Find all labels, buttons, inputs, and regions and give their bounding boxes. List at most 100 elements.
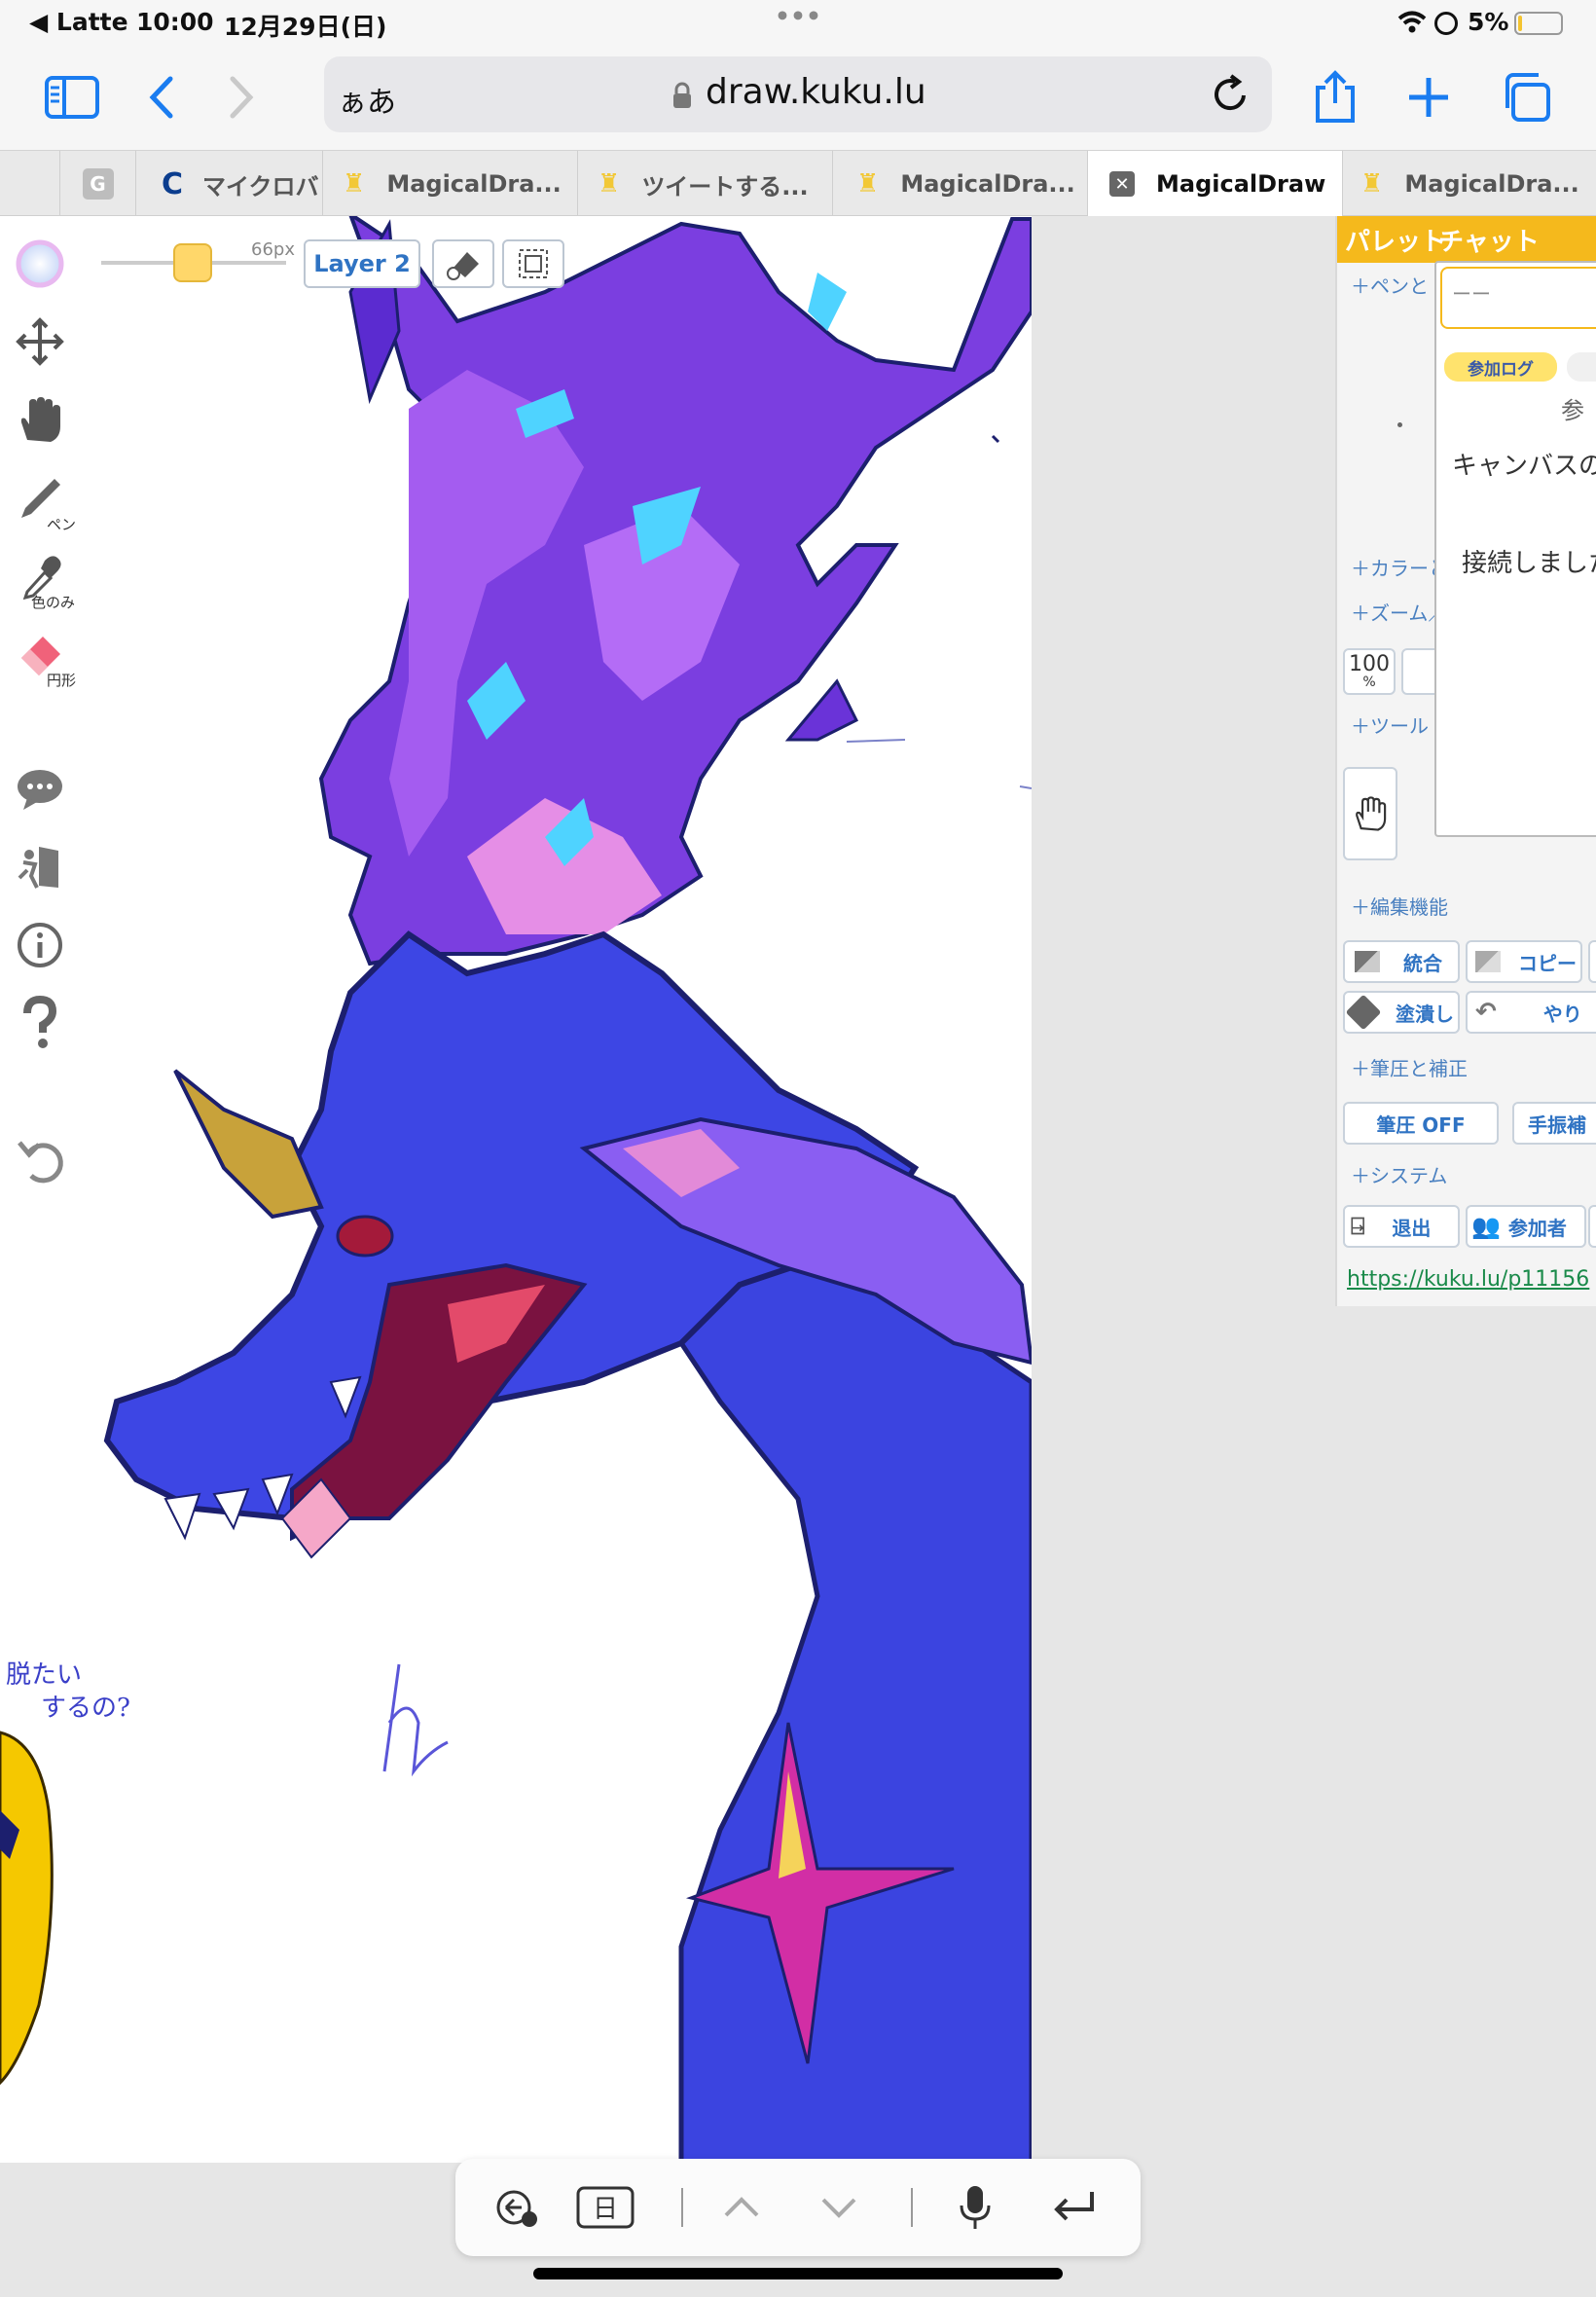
- magicaldraw-favicon-icon: ♜: [856, 169, 880, 199]
- keyboard-toolbar: 日: [455, 2159, 1141, 2256]
- transform-button[interactable]: [502, 239, 564, 288]
- move-icon[interactable]: [10, 311, 70, 372]
- pressure-off-button[interactable]: 筆圧 OFF: [1343, 1102, 1499, 1145]
- c-favicon-icon: C: [162, 166, 184, 201]
- zoom-unit: %: [1362, 675, 1376, 690]
- reader-aa-button[interactable]: ぁあ: [338, 78, 396, 121]
- multitask-dots[interactable]: •••: [775, 2, 821, 30]
- copy-button[interactable]: コピー: [1466, 940, 1582, 983]
- zoom-section-header[interactable]: ＋ズーム／: [1351, 598, 1447, 626]
- tab-google[interactable]: G: [60, 151, 136, 217]
- chat-log-tab[interactable]: 参加ログ: [1444, 352, 1557, 382]
- close-tab-icon[interactable]: ✕: [1109, 171, 1135, 197]
- home-indicator[interactable]: [533, 2268, 1063, 2279]
- new-tab-icon[interactable]: [1397, 66, 1460, 128]
- pen-label: ペン: [47, 516, 77, 533]
- tab-6-label: MagicalDra...: [1404, 170, 1579, 198]
- svg-text:日: 日: [593, 2195, 618, 2224]
- pen-section-header[interactable]: ＋ペンと: [1351, 271, 1429, 299]
- brush-size-label: 66px: [251, 239, 295, 260]
- reload-icon[interactable]: [1212, 74, 1251, 119]
- fill-label: 塗潰し: [1396, 1002, 1454, 1026]
- tab-3[interactable]: ♜ ツイートする...: [578, 151, 833, 217]
- undo-icon[interactable]: [10, 1129, 70, 1189]
- microphone-icon[interactable]: [946, 2180, 1004, 2235]
- divider: [681, 2188, 683, 2227]
- color-section-header[interactable]: ＋カラーと: [1351, 553, 1448, 581]
- palette-header[interactable]: パレット チャット: [1337, 216, 1596, 263]
- fill-button[interactable]: 塗潰し: [1343, 991, 1460, 1034]
- tab-active-label: MagicalDraw: [1156, 170, 1326, 198]
- chat-input-text: ーー: [1452, 282, 1491, 306]
- tab-4-label: MagicalDra...: [900, 170, 1075, 198]
- tab-2[interactable]: ♜ MagicalDra...: [323, 151, 578, 217]
- chat-tab[interactable]: チャット: [1438, 222, 1540, 258]
- app-root: ◀ Latte 10:00 12月29日(日) ••• 5% ぁあ draw.k…: [0, 0, 1596, 2297]
- forward-icon[interactable]: [210, 66, 272, 128]
- redo-button[interactable]: ↶ やり: [1466, 991, 1596, 1034]
- tab-1-label: マイクロバ: [202, 172, 319, 201]
- palette-tab[interactable]: パレット: [1345, 228, 1446, 257]
- hand-icon[interactable]: [10, 389, 70, 450]
- pressure-off-label: 筆圧 OFF: [1376, 1112, 1466, 1137]
- participants-button[interactable]: 👥 参加者: [1466, 1205, 1586, 1248]
- tab-edge[interactable]: [0, 151, 60, 217]
- back-to-app[interactable]: ◀ Latte: [29, 8, 128, 36]
- chat-line-2: キャンバスの: [1452, 452, 1596, 481]
- zoom-level-button[interactable]: 100 %: [1343, 648, 1396, 695]
- battery-icon: [1514, 12, 1563, 35]
- edit-section-header[interactable]: ＋編集機能: [1351, 892, 1448, 920]
- chat-tab-2[interactable]: [1567, 352, 1596, 382]
- dragon-artwork: [0, 216, 1032, 2163]
- stabilizer-button[interactable]: 手振補: [1512, 1102, 1596, 1145]
- status-bar: ◀ Latte 10:00 12月29日(日) ••• 5%: [0, 0, 1596, 47]
- settings-button[interactable]: [1588, 1205, 1596, 1248]
- redo-label: やり: [1542, 1002, 1582, 1026]
- drawing-canvas[interactable]: 脱たい するの?: [0, 216, 1032, 2163]
- back-icon[interactable]: [130, 66, 193, 128]
- chevron-up-icon[interactable]: [712, 2180, 771, 2235]
- browser-toolbar: ぁあ draw.kuku.lu: [0, 47, 1596, 150]
- tab-bar: G C マイクロバ ♜ MagicalDra... ♜ ツイートする... ♜ …: [0, 150, 1596, 217]
- tab-active[interactable]: ✕ MagicalDraw: [1088, 151, 1343, 217]
- participants-icon: 👥: [1471, 1213, 1501, 1240]
- info-icon[interactable]: [10, 915, 70, 975]
- tool-section-header[interactable]: ＋ツール: [1351, 711, 1429, 739]
- chat-icon[interactable]: [10, 759, 70, 820]
- brush-size-slider[interactable]: [101, 243, 286, 282]
- calendar-icon[interactable]: 日: [576, 2180, 635, 2235]
- system-section-header[interactable]: ＋システム: [1351, 1160, 1447, 1188]
- eyedropper-label: 色のみ: [31, 594, 76, 611]
- hand-tool-button[interactable]: [1343, 767, 1397, 860]
- handwritten-text-2: するの?: [41, 1694, 130, 1723]
- url-text[interactable]: draw.kuku.lu: [706, 72, 926, 112]
- small-dot: [1397, 422, 1402, 427]
- chat-input[interactable]: ーー: [1440, 267, 1596, 329]
- pressure-section-header[interactable]: ＋筆圧と補正: [1351, 1053, 1468, 1081]
- exit-button[interactable]: ⍈ 退出: [1343, 1205, 1460, 1248]
- chevron-down-icon[interactable]: [810, 2180, 868, 2235]
- more-edit-button[interactable]: [1588, 940, 1596, 983]
- merge-label: 統合: [1403, 951, 1442, 975]
- layer-label: Layer 2: [313, 250, 411, 277]
- tabs-overview-icon[interactable]: [1495, 66, 1557, 128]
- sidebar-toggle-icon[interactable]: [41, 66, 103, 128]
- help-icon[interactable]: [10, 993, 70, 1053]
- exit-door-icon[interactable]: [10, 837, 70, 897]
- room-link[interactable]: https://kuku.lu/p11156: [1347, 1267, 1589, 1292]
- tab-1[interactable]: C マイクロバ: [136, 151, 323, 217]
- magicaldraw-favicon-icon: ♜: [343, 169, 366, 199]
- hand-icon: [1356, 796, 1387, 831]
- undo-typing-icon[interactable]: [489, 2180, 547, 2235]
- color-picker-icon[interactable]: [10, 234, 70, 294]
- return-icon[interactable]: [1045, 2180, 1104, 2235]
- share-icon[interactable]: [1304, 66, 1366, 128]
- tab-4[interactable]: ♜ MagicalDra...: [833, 151, 1088, 217]
- eraser-settings-button[interactable]: [432, 239, 494, 288]
- address-bar[interactable]: ぁあ draw.kuku.lu: [324, 56, 1272, 132]
- layer-button[interactable]: Layer 2: [304, 239, 420, 288]
- tab-6[interactable]: ♜ MagicalDra...: [1343, 151, 1596, 217]
- merge-button[interactable]: 統合: [1343, 940, 1460, 983]
- google-favicon-icon: G: [82, 168, 114, 200]
- brush-size-handle[interactable]: [173, 243, 212, 282]
